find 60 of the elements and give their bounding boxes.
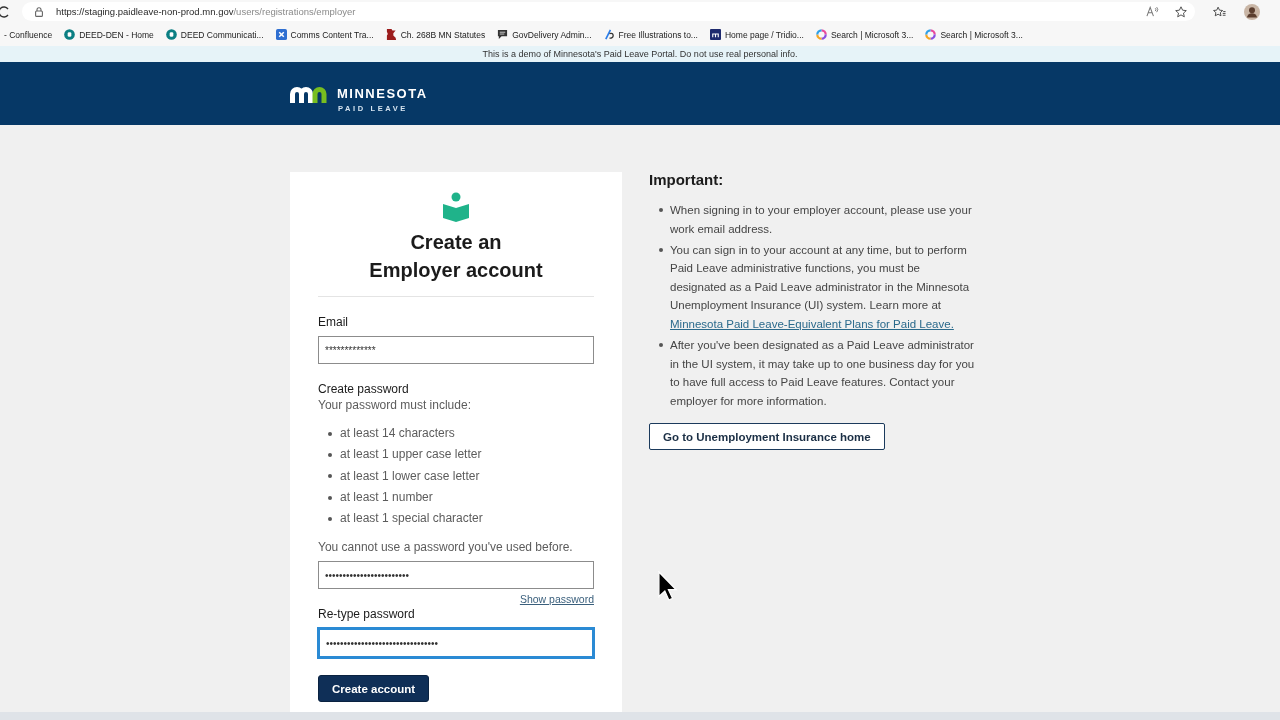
field-label: Re-type password <box>318 606 415 623</box>
lock-icon <box>35 6 43 17</box>
book-person-icon <box>442 192 470 222</box>
show-password-link[interactable]: Show password <box>519 592 594 607</box>
bookmark-link[interactable]: - Confluence <box>4 29 53 40</box>
requirement-text: at least 14 characters <box>340 425 455 442</box>
password-input[interactable]: •••••••••••••••••••••••• <box>318 561 594 590</box>
requirement-text: at least 1 number <box>340 488 433 506</box>
demo-banner: This is a demo of Minnesota's Paid Leave Portal. Do not use real personal info. <box>0 46 1280 62</box>
info-paragraph: After you've been designated as a Paid Leave administrator in the UI system, it may take up to one business day for you to have full access to Paid Leave features. Contact your employer for more information. <box>670 338 976 409</box>
bullet-icon <box>328 516 332 521</box>
info-paragraph: You can sign in to your account at any time, but to perform Paid Leave administrative functions, you must be designated as a Paid Leave administrator in the Minnesota Unemployment Insurance (UI) system. Learn more at Minnesota Paid Leave-Equivalent Plans for Paid Leave. <box>670 242 971 333</box>
password-hint: Your password must include: <box>318 397 471 413</box>
slash-logo-icon <box>603 29 615 40</box>
info-paragraph: When signing in to your employer account, please use your work email address. <box>670 203 973 237</box>
ring-logo-icon <box>815 29 827 40</box>
bookmark-link[interactable]: Ch. 268B MN Statutes <box>385 29 486 40</box>
bookmark-link[interactable]: Free Illustrations to... <box>603 29 698 40</box>
bookmark-link[interactable]: Comms Content Tra... <box>275 29 374 40</box>
bookmark-link[interactable]: DEED Communicati... <box>165 29 264 40</box>
avatar-icon[interactable] <box>1244 3 1260 20</box>
ring-logo-icon <box>925 29 937 40</box>
bookmark-link[interactable]: Search | Microsoft 3... <box>815 29 914 40</box>
bookmark-link[interactable]: GovDelivery Admin... <box>497 29 592 40</box>
bullet-icon <box>659 208 663 212</box>
star-icon[interactable] <box>1175 5 1187 18</box>
circle-logo-icon <box>165 29 177 40</box>
bookmark-link[interactable]: Home page / Tridio... <box>709 29 804 40</box>
favorites-icon[interactable] <box>1213 5 1226 18</box>
reload-icon[interactable] <box>0 5 9 18</box>
square-x-icon <box>275 29 287 40</box>
password-note: You cannot use a password you've used before. <box>318 539 573 556</box>
arch-logo-icon <box>290 86 327 103</box>
requirement-text: at least 1 lower case letter <box>340 467 480 485</box>
page-title: Create an Employer account <box>368 230 544 283</box>
info-link[interactable]: Minnesota Paid Leave-Equivalent Plans for Paid Leave. <box>670 318 954 331</box>
address-field[interactable]: https://staging.paidleave-non-prod.mn.gov/users/registrations/employer <box>22 2 1195 21</box>
mouse-pointer-icon <box>658 571 678 602</box>
unemployment-insurance-button[interactable]: Go to Unemployment Insurance home <box>649 423 885 451</box>
circle-logo-icon <box>64 29 76 40</box>
field-label: Email <box>318 314 348 330</box>
field-label: Create password <box>318 381 409 397</box>
bookmark-link[interactable]: DEED-DEN - Home <box>64 29 154 40</box>
square-logo-icon <box>709 29 721 40</box>
retype-password-input[interactable]: •••••••••••••••••••••••••••••••• <box>317 627 595 660</box>
email-input[interactable]: ************* <box>318 336 594 364</box>
bullet-icon <box>659 247 663 252</box>
create-account-button[interactable]: Create account <box>318 675 430 703</box>
requirement-text: at least 1 upper case letter <box>340 446 482 464</box>
speech-bubble-icon <box>497 29 509 40</box>
bullet-icon <box>328 474 332 479</box>
bookmark-link[interactable]: Search | Microsoft 3... <box>925 29 1023 40</box>
state-map-icon <box>385 29 397 40</box>
read-aloud-icon[interactable] <box>1146 6 1159 17</box>
bullet-icon <box>328 452 332 457</box>
bullet-icon <box>659 343 663 348</box>
bullet-icon <box>328 495 332 500</box>
bullet-icon <box>328 431 332 436</box>
requirement-text: at least 1 special character <box>340 510 483 528</box>
section-heading: Important: <box>649 171 724 189</box>
